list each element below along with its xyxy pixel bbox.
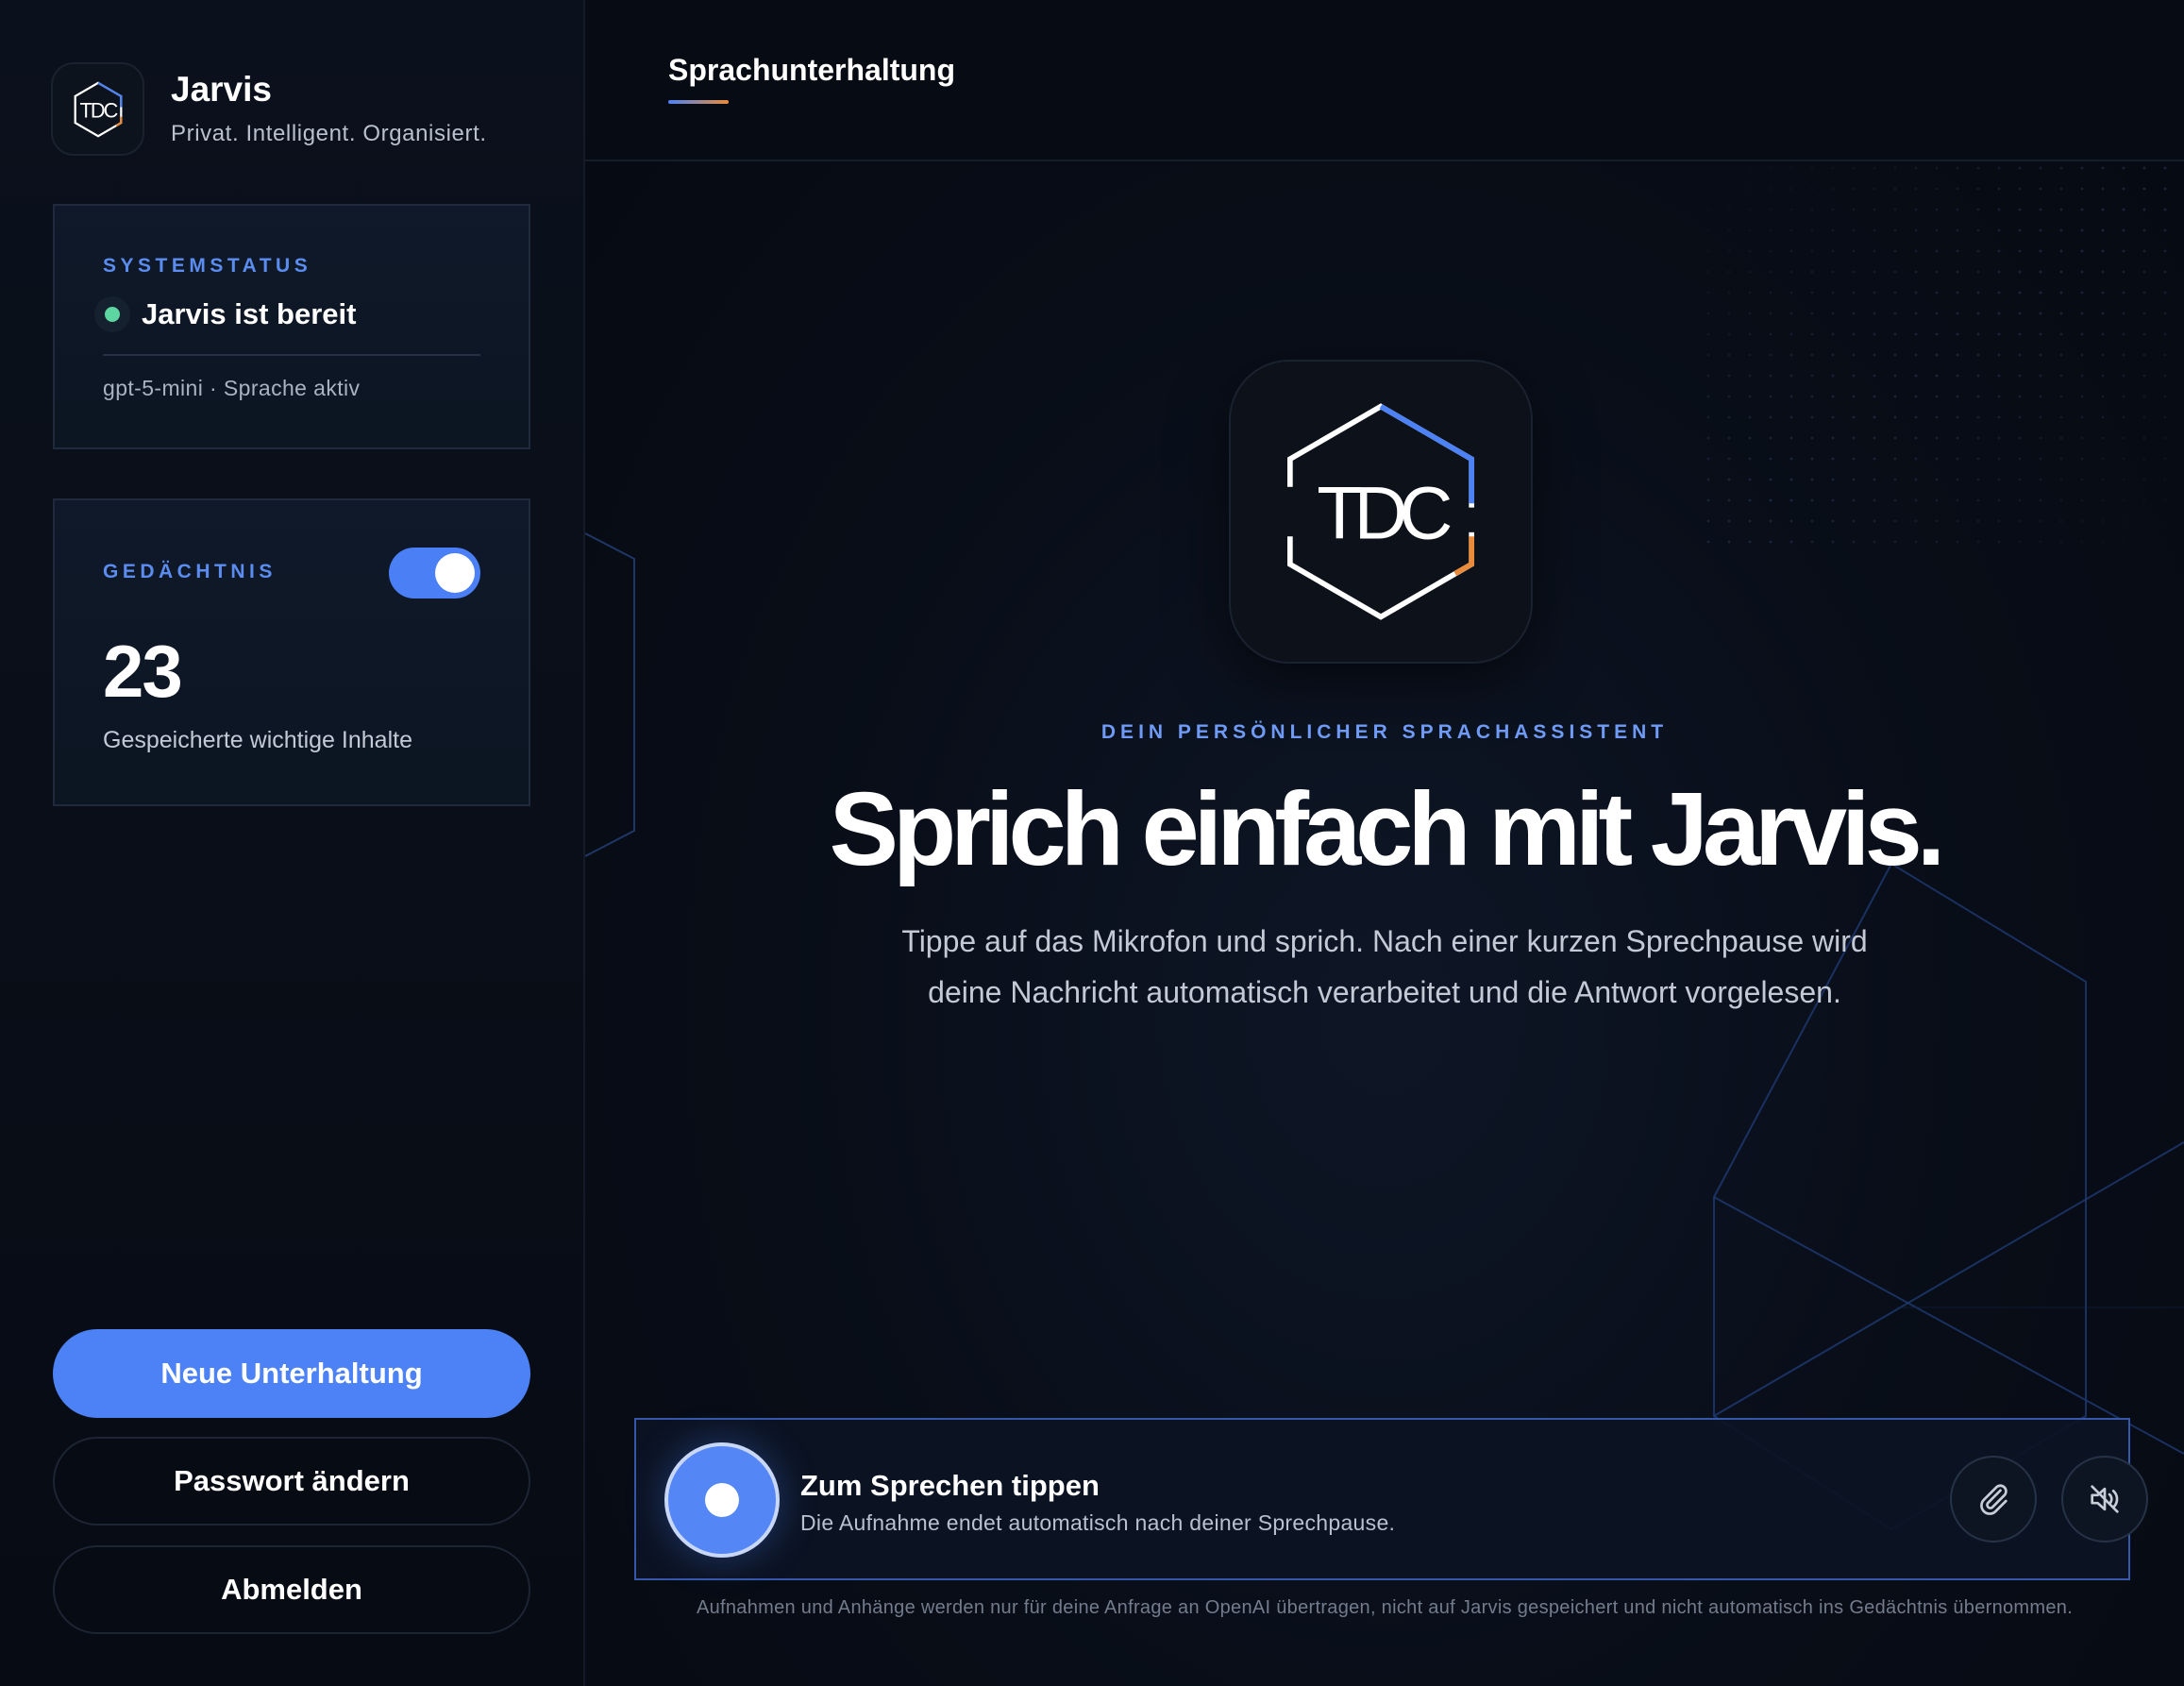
toggle-knob — [435, 553, 475, 593]
main-panel: Sprachunterhaltung TDC DEIN PERSÖNLICHER… — [585, 0, 2184, 1686]
voice-prompt-title: Zum Sprechen tippen — [800, 1469, 1100, 1502]
attach-button[interactable] — [1950, 1456, 2037, 1543]
memory-toggle[interactable] — [389, 548, 480, 599]
system-status-card: SYSTEMSTATUS Jarvis ist bereit gpt-5-min… — [53, 204, 530, 449]
memory-label: GEDÄCHTNIS — [103, 561, 277, 582]
speaker-muted-icon — [2091, 1485, 2119, 1513]
tdc-hero-logo-icon: TDC — [1229, 360, 1533, 664]
memory-caption: Gespeicherte wichtige Inhalte — [103, 727, 412, 753]
status-meta: gpt-5-mini · Sprache aktiv — [103, 376, 361, 400]
change-password-button[interactable]: Passwort ändern — [53, 1437, 530, 1526]
app-name: Jarvis — [171, 70, 272, 110]
tdc-logo-icon: TDC — [51, 62, 144, 156]
voice-prompt-subtitle: Die Aufnahme endet automatisch nach dein… — [800, 1510, 1396, 1535]
record-dot-icon — [705, 1483, 739, 1517]
record-button[interactable] — [664, 1442, 780, 1558]
brand: TDC Jarvis Privat. Intelligent. Organisi… — [51, 62, 487, 156]
status-indicator-icon — [94, 296, 130, 332]
status-title: Jarvis ist bereit — [142, 297, 357, 330]
logout-button[interactable]: Abmelden — [53, 1545, 530, 1634]
hero-description: Tippe auf das Mikrofon und sprich. Nach … — [901, 924, 1868, 1009]
active-tab-indicator — [668, 100, 729, 104]
tab-voice-conversation[interactable]: Sprachunterhaltung — [668, 53, 955, 88]
memory-card: GEDÄCHTNIS 23 Gespeicherte wichtige Inha… — [53, 498, 530, 806]
svg-text:TDC: TDC — [79, 98, 117, 122]
sidebar: TDC Jarvis Privat. Intelligent. Organisi… — [0, 0, 585, 1686]
memory-count: 23 — [103, 630, 183, 713]
main-header: Sprachunterhaltung — [585, 0, 2184, 161]
divider — [103, 354, 480, 356]
paperclip-icon — [1980, 1484, 2008, 1515]
system-status-label: SYSTEMSTATUS — [103, 255, 312, 277]
app-tagline: Privat. Intelligent. Organisiert. — [171, 120, 487, 146]
speaker-toggle-button[interactable] — [2061, 1456, 2148, 1543]
new-conversation-button[interactable]: Neue Unterhaltung — [53, 1329, 530, 1418]
privacy-disclaimer: Aufnahmen und Anhänge werden nur für dei… — [696, 1597, 2074, 1618]
hero-eyebrow: DEIN PERSÖNLICHER SPRACHASSISTENT — [1100, 721, 1669, 743]
hero-title: Sprich einfach mit Jarvis. — [829, 771, 1946, 887]
voice-input-bar: Zum Sprechen tippen Die Aufnahme endet a… — [634, 1418, 2148, 1580]
svg-text:TDC: TDC — [1317, 471, 1450, 554]
app-window: TDC Jarvis Privat. Intelligent. Organisi… — [0, 0, 2184, 1686]
